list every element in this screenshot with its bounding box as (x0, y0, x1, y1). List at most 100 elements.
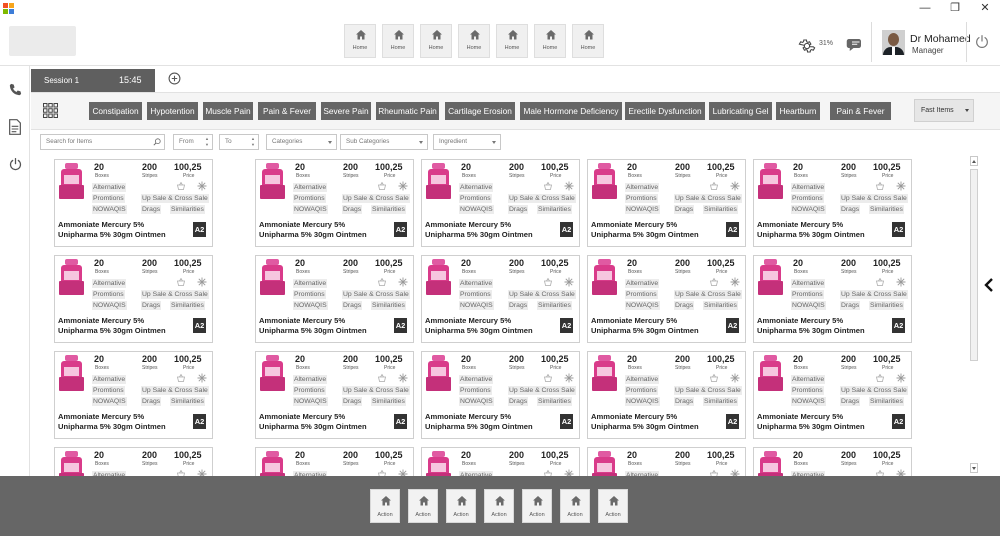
similarities-button[interactable]: Similarities (869, 301, 904, 310)
nowaqis-button[interactable]: NOWAQIS (92, 205, 127, 214)
chevron-left-icon[interactable] (983, 278, 995, 292)
similarities-button[interactable]: Similarities (371, 205, 406, 214)
document-icon[interactable] (8, 119, 22, 135)
drags-button[interactable]: Drags (508, 301, 529, 310)
nowaqis-button[interactable]: NOWAQIS (791, 205, 826, 214)
category-chip[interactable]: Severe Pain (321, 102, 371, 120)
upsale-crosssale-button[interactable]: Up Sale & Cross Sale (342, 194, 410, 203)
nowaqis-button[interactable]: NOWAQIS (293, 397, 328, 406)
stepper-down-icon[interactable]: ▼ (251, 143, 255, 147)
phone-icon[interactable] (8, 82, 23, 97)
nowaqis-button[interactable]: NOWAQIS (459, 397, 494, 406)
snowflake-button[interactable] (197, 277, 207, 287)
alternative-button[interactable]: Alternative (791, 183, 826, 192)
drags-button[interactable]: Drags (674, 205, 695, 214)
product-card[interactable]: 20 Boxes 200 Stripes 100,25 Price Altern… (54, 255, 213, 343)
category-chip[interactable]: Heartburn (776, 102, 820, 120)
drags-button[interactable]: Drags (508, 205, 529, 214)
action-button[interactable]: Action (598, 489, 628, 523)
nav-home-button[interactable]: Home (420, 24, 452, 58)
similarities-button[interactable]: Similarities (170, 397, 205, 406)
categories-dropdown[interactable]: Categories (266, 134, 337, 150)
drags-button[interactable]: Drags (840, 397, 861, 406)
vertical-scrollbar[interactable] (968, 152, 980, 476)
upsale-crosssale-button[interactable]: Up Sale & Cross Sale (141, 386, 209, 395)
fast-items-dropdown[interactable]: Fast Items (914, 99, 974, 122)
snowflake-button[interactable] (896, 181, 906, 191)
product-card[interactable]: 20 Boxes 200 Stripes 100,25 Price Altern… (753, 447, 912, 476)
upsale-crosssale-button[interactable]: Up Sale & Cross Sale (141, 194, 209, 203)
product-card[interactable]: 20 Boxes 200 Stripes 100,25 Price Altern… (54, 159, 213, 247)
restore-button[interactable]: ❐ (940, 0, 970, 16)
basket-button[interactable] (875, 373, 885, 383)
drags-button[interactable]: Drags (342, 397, 363, 406)
snowflake-button[interactable] (730, 373, 740, 383)
snowflake-button[interactable] (896, 373, 906, 383)
upsale-crosssale-button[interactable]: Up Sale & Cross Sale (508, 194, 576, 203)
drags-button[interactable]: Drags (840, 301, 861, 310)
product-card[interactable]: 20 Boxes 200 Stripes 100,25 Price Altern… (255, 447, 414, 476)
snowflake-button[interactable] (896, 277, 906, 287)
snowflake-button[interactable] (398, 277, 408, 287)
category-chip[interactable]: Rheumatic Pain (376, 102, 439, 120)
nowaqis-button[interactable]: NOWAQIS (459, 205, 494, 214)
basket-button[interactable] (709, 469, 719, 476)
alternative-button[interactable]: Alternative (92, 279, 127, 288)
product-card[interactable]: 20 Boxes 200 Stripes 100,25 Price Altern… (587, 447, 746, 476)
promotions-button[interactable]: Promtions (92, 290, 125, 299)
alternative-button[interactable]: Alternative (625, 279, 660, 288)
similarities-button[interactable]: Similarities (869, 397, 904, 406)
drags-button[interactable]: Drags (342, 205, 363, 214)
similarities-button[interactable]: Similarities (371, 397, 406, 406)
category-chip[interactable]: Erectile Dysfunction (625, 102, 705, 120)
stepper-up-icon[interactable]: ▲ (251, 137, 255, 141)
nowaqis-button[interactable]: NOWAQIS (625, 205, 660, 214)
promotions-button[interactable]: Promtions (625, 386, 658, 395)
category-chip[interactable]: Cartilage Erosion (445, 102, 515, 120)
product-card[interactable]: 20 Boxes 200 Stripes 100,25 Price Altern… (255, 255, 414, 343)
add-session-icon[interactable] (168, 72, 181, 85)
drags-button[interactable]: Drags (342, 301, 363, 310)
snowflake-button[interactable] (197, 469, 207, 476)
upsale-crosssale-button[interactable]: Up Sale & Cross Sale (674, 290, 742, 299)
category-chip[interactable]: Pain & Fever (258, 102, 316, 120)
drags-button[interactable]: Drags (141, 301, 162, 310)
tab-session[interactable]: Session 1 15:45 (31, 69, 155, 92)
action-button[interactable]: Action (370, 489, 400, 523)
from-field[interactable]: From ▲ ▼ (173, 134, 213, 150)
scroll-thumb[interactable] (970, 169, 978, 361)
power-icon[interactable] (974, 34, 990, 50)
promotions-button[interactable]: Promtions (791, 194, 824, 203)
search-input[interactable]: Search for Items (40, 134, 165, 150)
basket-button[interactable] (709, 373, 719, 383)
nav-home-button[interactable]: Home (534, 24, 566, 58)
nowaqis-button[interactable]: NOWAQIS (791, 397, 826, 406)
drags-button[interactable]: Drags (674, 397, 695, 406)
snowflake-button[interactable] (564, 469, 574, 476)
alternative-button[interactable]: Alternative (459, 183, 494, 192)
action-button[interactable]: Action (560, 489, 590, 523)
promotions-button[interactable]: Promtions (625, 290, 658, 299)
category-chip[interactable]: Hypotention (147, 102, 198, 120)
snowflake-button[interactable] (398, 181, 408, 191)
basket-button[interactable] (709, 181, 719, 191)
nowaqis-button[interactable]: NOWAQIS (791, 301, 826, 310)
nowaqis-button[interactable]: NOWAQIS (625, 301, 660, 310)
ingredient-dropdown[interactable]: Ingredient (433, 134, 501, 150)
similarities-button[interactable]: Similarities (170, 205, 205, 214)
drags-button[interactable]: Drags (508, 397, 529, 406)
upsale-crosssale-button[interactable]: Up Sale & Cross Sale (674, 194, 742, 203)
alternative-button[interactable]: Alternative (791, 375, 826, 384)
snowflake-button[interactable] (398, 469, 408, 476)
alternative-button[interactable]: Alternative (625, 183, 660, 192)
stepper-up-icon[interactable]: ▲ (205, 137, 209, 141)
promotions-button[interactable]: Promtions (293, 386, 326, 395)
to-field[interactable]: To ▲ ▼ (219, 134, 259, 150)
scroll-down-button[interactable] (970, 463, 978, 473)
alternative-button[interactable]: Alternative (92, 183, 127, 192)
close-window-button[interactable]: ✕ (970, 0, 1000, 16)
alternative-button[interactable]: Alternative (459, 279, 494, 288)
promotions-button[interactable]: Promtions (459, 194, 492, 203)
drags-button[interactable]: Drags (840, 205, 861, 214)
promotions-button[interactable]: Promtions (625, 194, 658, 203)
